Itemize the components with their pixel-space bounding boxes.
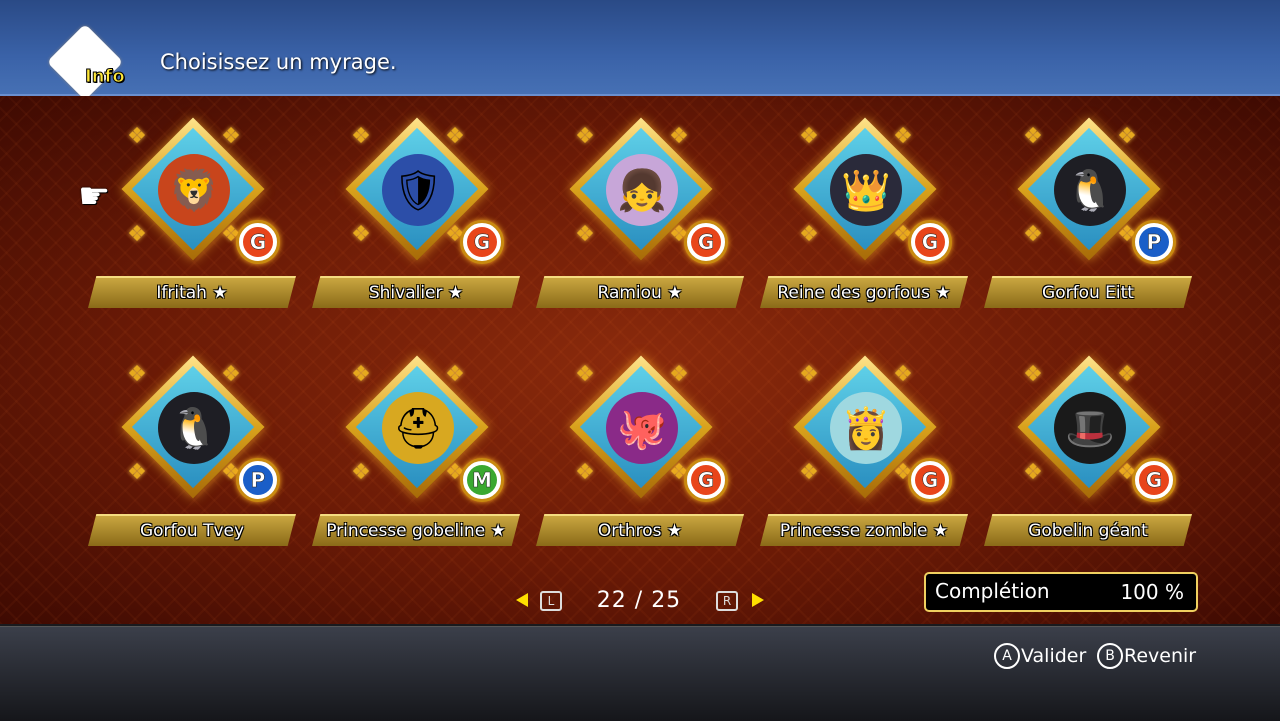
mirage-portrait-icon: 🐙 (606, 392, 678, 464)
ornament-icon: ❖ (351, 124, 371, 149)
mirage-card[interactable]: ❖ ❖ ❖ ❖ 🐧 P Gorfou Eitt (984, 117, 1194, 324)
completion-box: Complétion 100 % (924, 572, 1198, 612)
size-badge-icon: G (1132, 458, 1176, 502)
mirage-name-label: Ifritah ★ (88, 276, 296, 308)
l-button-icon[interactable]: L (540, 591, 562, 611)
info-label[interactable]: Info (85, 66, 126, 88)
ornament-icon: ❖ (1023, 124, 1043, 149)
mirage-name-label: Gorfou Tvey (88, 514, 296, 546)
size-badge-icon: P (1132, 220, 1176, 264)
mirage-card[interactable]: ❖ ❖ ❖ ❖ 👑 G Reine des gorfous ★ (760, 117, 970, 324)
size-badge-icon: G (236, 220, 280, 264)
mirage-name-label: Gorfou Eitt (984, 276, 1192, 308)
ornament-icon: ❖ (575, 222, 595, 247)
mirage-portrait-icon: 🦁 (158, 154, 230, 226)
completion-value: 100 % (1120, 580, 1184, 604)
size-badge-icon: G (460, 220, 504, 264)
b-button-icon: B (1097, 643, 1123, 669)
mirage-card[interactable]: ❖ ❖ ❖ ❖ 🛡 G Shivalier ★ (312, 117, 522, 324)
mirage-card[interactable]: ❖ ❖ ❖ ❖ 👸 G Princesse zombie ★ (760, 355, 970, 562)
confirm-label: Valider (1021, 645, 1087, 667)
info-badge-icon[interactable] (46, 23, 124, 101)
a-button-icon: A (994, 643, 1020, 669)
ornament-icon: ❖ (127, 222, 147, 247)
back-button[interactable]: B Revenir (1097, 643, 1196, 669)
mirage-portrait-icon: 👑 (830, 154, 902, 226)
mirage-name-label: Gobelin géant (984, 514, 1192, 546)
ornament-icon: ❖ (127, 362, 147, 387)
arrow-right-icon[interactable] (752, 593, 764, 607)
back-label: Revenir (1124, 645, 1197, 667)
size-badge-icon: M (460, 458, 504, 502)
ornament-icon: ❖ (799, 362, 819, 387)
ornament-icon: ❖ (575, 362, 595, 387)
mirage-name-label: Ramiou ★ (536, 276, 744, 308)
mirage-portrait-icon: 🐧 (158, 392, 230, 464)
ornament-icon: ❖ (1023, 362, 1043, 387)
mirage-card[interactable]: ❖ ❖ ❖ ❖ 🎩 G Gobelin géant (984, 355, 1194, 562)
mirage-card[interactable]: ❖ ❖ ❖ ❖ 🐙 G Orthros ★ (536, 355, 746, 562)
ornament-icon: ❖ (351, 362, 371, 387)
prompt-text: Choisissez un myrage. (160, 50, 397, 74)
ornament-icon: ❖ (575, 460, 595, 485)
ornament-icon: ❖ (127, 460, 147, 485)
mirage-portrait-icon: 🎩 (1054, 392, 1126, 464)
arrow-left-icon[interactable] (516, 593, 528, 607)
mirage-name-label: Orthros ★ (536, 514, 744, 546)
mirage-portrait-icon: 👧 (606, 154, 678, 226)
ornament-icon: ❖ (575, 124, 595, 149)
mirage-name-label: Princesse zombie ★ (760, 514, 968, 546)
size-badge-icon: G (908, 220, 952, 264)
ornament-icon: ❖ (1023, 222, 1043, 247)
footer-bar: A Valider B Revenir (0, 626, 1280, 721)
completion-label: Complétion (935, 579, 1050, 603)
ornament-icon: ❖ (1023, 460, 1043, 485)
ornament-icon: ❖ (127, 124, 147, 149)
ornament-icon: ❖ (799, 124, 819, 149)
pointer-hand-icon: ☛ (78, 176, 111, 217)
mirage-card[interactable]: ❖ ❖ ❖ ❖ ⛑ M Princesse gobeline ★ (312, 355, 522, 562)
ornament-icon: ❖ (799, 222, 819, 247)
ornament-icon: ❖ (351, 460, 371, 485)
ornament-icon: ❖ (799, 460, 819, 485)
mirage-name-label: Princesse gobeline ★ (312, 514, 520, 546)
header-bar: Info Choisissez un myrage. (0, 0, 1280, 101)
size-badge-icon: G (908, 458, 952, 502)
r-button-icon[interactable]: R (716, 591, 738, 611)
mirage-portrait-icon: 👸 (830, 392, 902, 464)
page-indicator: 22 / 25 (596, 588, 682, 613)
pager: L 22 / 25 R (514, 586, 774, 616)
mirage-card[interactable]: ❖ ❖ ❖ ❖ 👧 G Ramiou ★ (536, 117, 746, 324)
mirage-name-label: Shivalier ★ (312, 276, 520, 308)
size-badge-icon: P (236, 458, 280, 502)
size-badge-icon: G (684, 220, 728, 264)
size-badge-icon: G (684, 458, 728, 502)
mirage-card[interactable]: ❖ ❖ ❖ ❖ 🐧 P Gorfou Tvey (88, 355, 298, 562)
mirage-portrait-icon: 🐧 (1054, 154, 1126, 226)
ornament-icon: ❖ (351, 222, 371, 247)
mirage-portrait-icon: ⛑ (382, 392, 454, 464)
confirm-button[interactable]: A Valider (994, 643, 1086, 669)
mirage-card[interactable]: ❖ ❖ ❖ ❖ 🦁 G Ifritah ★ (88, 117, 298, 324)
mirage-name-label: Reine des gorfous ★ (760, 276, 968, 308)
mirage-portrait-icon: 🛡 (382, 154, 454, 226)
